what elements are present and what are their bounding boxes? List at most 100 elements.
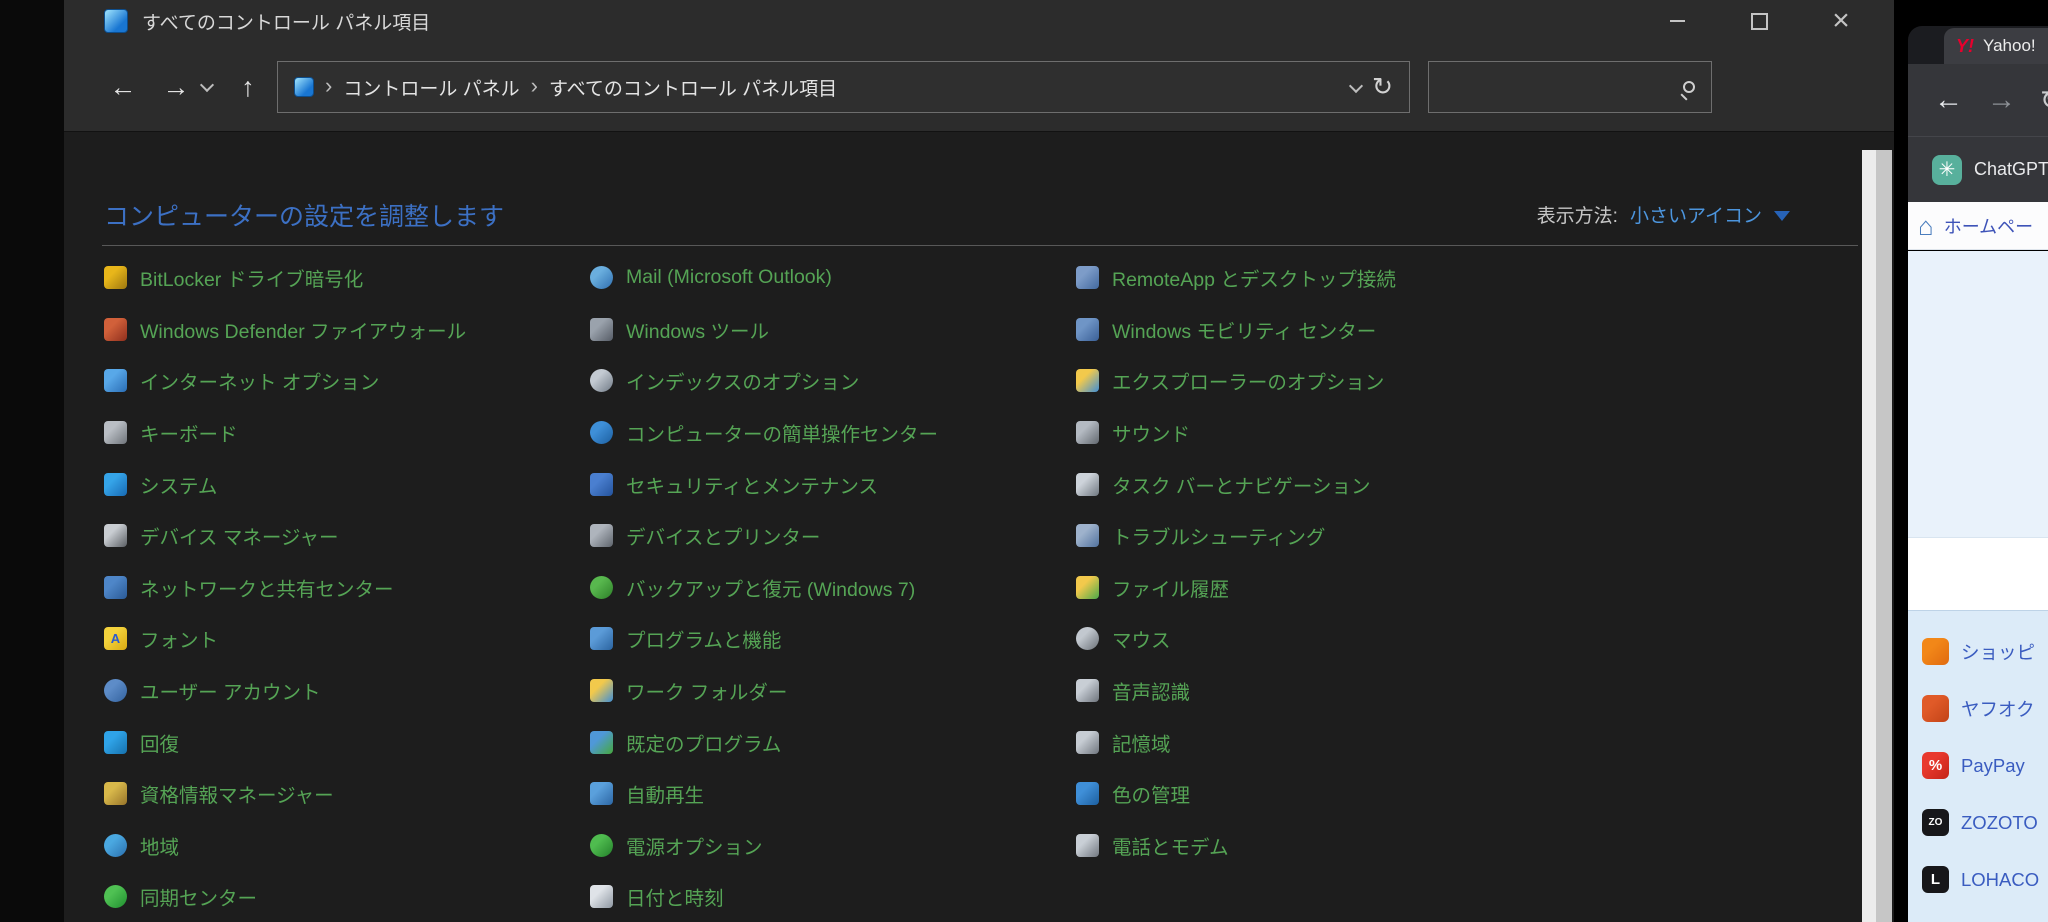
- item-label: 記憶域: [1112, 733, 1171, 756]
- item-label: マウス: [1112, 630, 1171, 653]
- control-panel-item[interactable]: 資格情報マネージャー: [104, 768, 578, 820]
- control-panel-item[interactable]: マウス: [1076, 613, 1550, 665]
- search-input[interactable]: [1445, 76, 1683, 98]
- control-panel-item[interactable]: トラブルシューティング: [1076, 510, 1550, 562]
- control-panel-item[interactable]: ネットワークと共有センター: [104, 562, 578, 614]
- item-label: 資格情報マネージャー: [140, 785, 334, 808]
- recent-locations-chevron-icon[interactable]: [188, 42, 226, 132]
- items-column-2: Mail (Microsoft Outlook) Windows ツールインデック…: [590, 252, 1064, 922]
- window-title: すべてのコントロール パネル項目: [142, 12, 431, 34]
- control-panel-item[interactable]: ファイル履歴: [1076, 562, 1550, 614]
- yahoo-services-panel: ショッピヤフオク % PayPay ZO ZOZOTO L LOHACO: [1908, 610, 2048, 922]
- control-panel-item[interactable]: コンピューターの簡単操作センター: [590, 407, 1064, 459]
- control-panel-item[interactable]: Windows ツール: [590, 304, 1064, 356]
- item-label: ヤフオク: [1961, 698, 2035, 720]
- control-panel-item[interactable]: キーボード: [104, 407, 578, 459]
- maximize-button[interactable]: [1730, 0, 1788, 42]
- up-button[interactable]: ↑: [229, 42, 267, 132]
- control-panel-item[interactable]: Windows Defender ファイアウォール: [104, 304, 578, 356]
- minimize-button[interactable]: [1648, 0, 1706, 42]
- control-panel-item[interactable]: 電話とモデム: [1076, 820, 1550, 872]
- item-label: コンピューターの簡単操作センター: [626, 424, 939, 447]
- yahoo-service-link[interactable]: % PayPay: [1908, 737, 2048, 794]
- control-panel-item[interactable]: 電源オプション: [590, 820, 1064, 872]
- breadcrumb-control-panel[interactable]: コントロール パネル: [343, 74, 519, 101]
- yahoo-service-link[interactable]: ヤフオク: [1908, 680, 2048, 737]
- scrollbar[interactable]: [1862, 150, 1892, 922]
- control-panel-item[interactable]: 地域: [104, 820, 578, 872]
- control-panel-item[interactable]: システム: [104, 458, 578, 510]
- homepage-link[interactable]: ホームペー: [1944, 213, 2033, 239]
- address-dropdown-chevron-icon[interactable]: [1348, 78, 1364, 96]
- yahoo-service-link[interactable]: [1908, 908, 2048, 922]
- item-label: バックアップと復元 (Windows 7): [626, 578, 916, 601]
- view-by-control: 表示方法: 小さいアイコン: [1537, 201, 1790, 228]
- control-panel-item[interactable]: Mail (Microsoft Outlook): [590, 252, 1064, 304]
- items-column-3: RemoteApp とデスクトップ接続 Windows モビリティ センターエクス…: [1076, 252, 1550, 871]
- breadcrumb-all-items[interactable]: すべてのコントロール パネル項目: [549, 74, 837, 101]
- bookmark-chatgpt[interactable]: ChatGPT: [1974, 159, 2048, 180]
- item-label: インターネット オプション: [140, 372, 380, 395]
- refresh-icon[interactable]: ↻: [1372, 72, 1393, 102]
- search-icon[interactable]: [1683, 81, 1695, 93]
- homepage-link-row[interactable]: ⌂ ホームペー: [1908, 202, 2048, 250]
- control-panel-item[interactable]: デバイスとプリンター: [590, 510, 1064, 562]
- control-panel-item[interactable]: ユーザー アカウント: [104, 665, 578, 717]
- control-panel-item[interactable]: インデックスのオプション: [590, 355, 1064, 407]
- control-panel-item[interactable]: ワーク フォルダー: [590, 665, 1064, 717]
- item-label: ユーザー アカウント: [140, 682, 321, 705]
- view-by-value[interactable]: 小さいアイコン: [1630, 201, 1762, 228]
- home-icon: ⌂: [1918, 210, 1934, 241]
- yahoo-service-link[interactable]: ZO ZOZOTO: [1908, 794, 2048, 851]
- control-panel-item[interactable]: 記憶域: [1076, 716, 1550, 768]
- desktop-edge: [0, 0, 64, 922]
- control-panel-item[interactable]: セキュリティとメンテナンス: [590, 458, 1064, 510]
- address-bar[interactable]: › コントロール パネル › すべてのコントロール パネル項目 ↻: [277, 61, 1410, 113]
- control-panel-item[interactable]: RemoteApp とデスクトップ接続: [1076, 252, 1550, 304]
- sound-icon: [1076, 421, 1099, 445]
- item-label: Windows ツール: [626, 320, 770, 343]
- browser-forward-icon[interactable]: →: [1987, 84, 2016, 117]
- backup-restore-icon: [590, 575, 613, 599]
- dropdown-triangle-icon[interactable]: [1774, 211, 1790, 221]
- control-panel-item[interactable]: サウンド: [1076, 407, 1550, 459]
- internet-options-icon: [104, 369, 127, 393]
- programs-features-icon: [590, 627, 613, 651]
- close-button[interactable]: [1812, 0, 1870, 42]
- yahoo-service-link[interactable]: L LOHACO: [1908, 851, 2048, 908]
- browser-back-icon[interactable]: ←: [1934, 84, 1963, 117]
- control-panel-item[interactable]: 既定のプログラム: [590, 716, 1064, 768]
- control-panel-item[interactable]: 日付と時刻: [590, 871, 1064, 922]
- control-panel-item[interactable]: タスク バーとナビゲーション: [1076, 458, 1550, 510]
- ease-of-access-icon: [590, 421, 613, 445]
- control-panel-item[interactable]: バックアップと復元 (Windows 7): [590, 562, 1064, 614]
- control-panel-item[interactable]: インターネット オプション: [104, 355, 578, 407]
- browser-tab-yahoo[interactable]: Y! Yahoo!: [1944, 28, 2048, 64]
- titlebar[interactable]: すべてのコントロール パネル項目: [64, 0, 1894, 42]
- mouse-icon: [1076, 627, 1099, 651]
- control-panel-item[interactable]: 自動再生: [590, 768, 1064, 820]
- browser-reload-icon[interactable]: ↻: [2040, 85, 2048, 116]
- control-panel-item[interactable]: 色の管理: [1076, 768, 1550, 820]
- fonts-icon: A: [104, 627, 127, 651]
- yahoo-service-link[interactable]: ショッピ: [1908, 623, 2048, 680]
- control-panel-item[interactable]: 音声認識: [1076, 665, 1550, 717]
- search-box[interactable]: [1428, 61, 1712, 113]
- view-by-label: 表示方法:: [1536, 206, 1618, 227]
- control-panel-item[interactable]: A フォント: [104, 613, 578, 665]
- control-panel-item[interactable]: デバイス マネージャー: [104, 510, 578, 562]
- control-panel-item[interactable]: エクスプローラーのオプション: [1076, 355, 1550, 407]
- control-panel-item[interactable]: 同期センター: [104, 871, 578, 922]
- speech-recognition-icon: [1076, 679, 1099, 703]
- item-label: デバイスとプリンター: [626, 527, 821, 550]
- control-panel-item[interactable]: BitLocker ドライブ暗号化: [104, 252, 578, 304]
- yahoo-page-section: [1908, 251, 2048, 538]
- control-panel-icon: [104, 9, 128, 33]
- header-divider: [102, 245, 1858, 246]
- control-panel-item[interactable]: 回復: [104, 716, 578, 768]
- back-button[interactable]: ←: [104, 42, 142, 132]
- item-label: Windows モビリティ センター: [1112, 320, 1377, 343]
- control-panel-item[interactable]: Windows モビリティ センター: [1076, 304, 1550, 356]
- region-icon: [104, 833, 127, 857]
- control-panel-item[interactable]: プログラムと機能: [590, 613, 1064, 665]
